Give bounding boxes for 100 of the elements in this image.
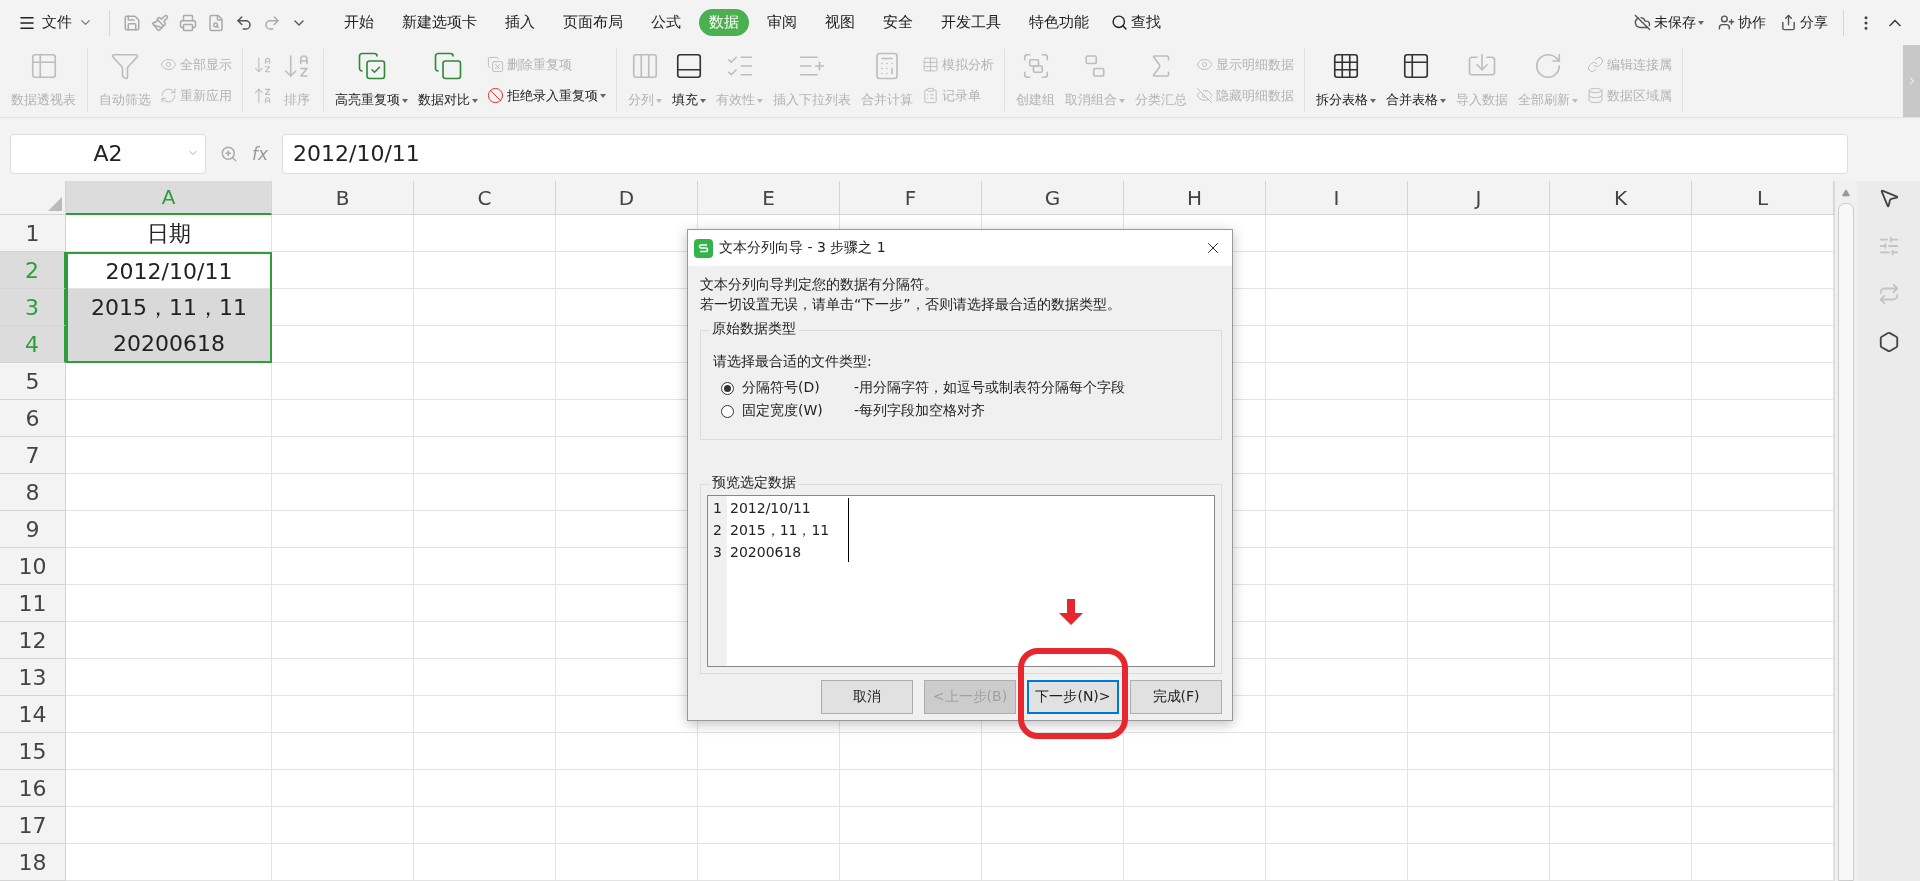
ribbon-tab[interactable]: 审阅 bbox=[757, 9, 807, 36]
ribbon-button[interactable]: 高亮重复项 bbox=[330, 49, 413, 111]
funnel-icon bbox=[110, 51, 140, 81]
row-header[interactable]: 8 bbox=[0, 474, 66, 511]
row-header[interactable]: 1 bbox=[0, 215, 66, 252]
toolbar-action[interactable]: 未保存 bbox=[1634, 13, 1704, 32]
column-header[interactable]: D bbox=[556, 181, 698, 215]
ribbon-tab[interactable]: 安全 bbox=[873, 9, 923, 36]
scrollbar-thumb[interactable] bbox=[1838, 203, 1854, 881]
redo-icon[interactable] bbox=[263, 13, 281, 32]
formula-field[interactable]: 2012/10/11 bbox=[282, 133, 1848, 174]
column-header[interactable]: H bbox=[1124, 181, 1266, 215]
caret-icon bbox=[700, 98, 706, 103]
toolbar-action[interactable]: 分享 bbox=[1780, 13, 1828, 32]
ribbon-tab[interactable]: 公式 bbox=[641, 9, 691, 36]
column-header[interactable]: I bbox=[1266, 181, 1408, 215]
column-header[interactable]: E bbox=[698, 181, 840, 215]
panel-icon bbox=[674, 51, 704, 81]
row-header[interactable]: 5 bbox=[0, 363, 66, 400]
radio-label[interactable]: 固定宽度(W) bbox=[742, 402, 846, 420]
search-icon bbox=[1111, 14, 1128, 31]
prompt-text: 请选择最合适的文件类型: bbox=[713, 353, 873, 371]
column-header[interactable]: B bbox=[272, 181, 414, 215]
eye-off-icon bbox=[1196, 87, 1213, 104]
hexagon-icon[interactable] bbox=[1877, 331, 1900, 353]
radio-button[interactable] bbox=[721, 404, 734, 418]
row-header[interactable]: 14 bbox=[0, 696, 66, 733]
radio-label[interactable]: 分隔符号(D) bbox=[742, 379, 846, 397]
table-cell-text: 日期 bbox=[146, 219, 192, 248]
save-icon[interactable] bbox=[123, 13, 141, 32]
option-description: -用分隔字符，如逗号或制表符分隔每个字段 bbox=[854, 379, 1126, 397]
row-header[interactable]: 12 bbox=[0, 622, 66, 659]
line-number: 3 bbox=[712, 543, 723, 562]
refresh-icon bbox=[1533, 51, 1563, 81]
instruction-text: 文本分列向导判定您的数据有分隔符。 bbox=[700, 275, 939, 294]
ribbon-button[interactable]: 拆分表格 bbox=[1311, 49, 1381, 111]
caret-icon bbox=[757, 98, 763, 103]
scroll-up-icon[interactable] bbox=[1842, 189, 1850, 197]
ribbon-tab[interactable]: 开发工具 bbox=[931, 9, 1011, 36]
row-header[interactable]: 10 bbox=[0, 548, 66, 585]
caret-icon bbox=[1370, 98, 1376, 103]
name-box[interactable]: A2 bbox=[10, 133, 206, 174]
ribbon-button[interactable]: 数据对比 bbox=[413, 49, 483, 111]
ribbon-tab[interactable]: 页面布局 bbox=[553, 9, 633, 36]
app-icon bbox=[694, 238, 713, 258]
print-preview-icon[interactable] bbox=[207, 13, 225, 32]
column-header[interactable]: C bbox=[414, 181, 556, 215]
swap-icon[interactable] bbox=[1877, 283, 1900, 305]
copy-check-icon bbox=[356, 51, 387, 81]
sliders-icon[interactable] bbox=[1877, 235, 1900, 257]
row-header[interactable]: 18 bbox=[0, 844, 66, 881]
ribbon-tab[interactable]: 新建选项卡 bbox=[392, 9, 487, 36]
row-header[interactable]: 6 bbox=[0, 400, 66, 437]
undo-icon[interactable] bbox=[235, 13, 253, 32]
file-menu[interactable]: 文件 bbox=[10, 13, 101, 32]
select-all-corner[interactable] bbox=[0, 181, 66, 215]
zoom-icon[interactable] bbox=[220, 144, 238, 163]
table-cell: 20200618 bbox=[66, 326, 272, 363]
copy-icon bbox=[433, 51, 463, 81]
paintbrush-icon[interactable] bbox=[151, 13, 169, 32]
option-description: -每列字段加空格对齐 bbox=[854, 402, 986, 420]
toolbar-action[interactable]: 协作 bbox=[1718, 13, 1766, 32]
column-header[interactable]: J bbox=[1408, 181, 1550, 215]
radio-button[interactable] bbox=[721, 381, 734, 395]
dialog-button[interactable]: 下一步(N)> bbox=[1027, 680, 1119, 714]
row-header[interactable]: 11 bbox=[0, 585, 66, 622]
cloud-icon bbox=[1634, 14, 1651, 31]
column-header[interactable]: L bbox=[1692, 181, 1834, 215]
column-header[interactable]: F bbox=[840, 181, 982, 215]
dialog-button[interactable]: 完成(F) bbox=[1130, 680, 1222, 714]
copy-x-icon bbox=[487, 56, 504, 73]
ribbon-button[interactable]: 填充 bbox=[667, 49, 711, 111]
caret-icon bbox=[402, 98, 408, 103]
dialog-button[interactable]: 取消 bbox=[821, 680, 913, 714]
column-header[interactable]: K bbox=[1550, 181, 1692, 215]
ribbon-button[interactable]: 拒绝录入重复项 bbox=[487, 86, 606, 105]
database-icon bbox=[1587, 87, 1604, 104]
ribbon-tab[interactable]: 插入 bbox=[495, 9, 545, 36]
clipboard-icon bbox=[922, 87, 939, 104]
row-header[interactable]: 15 bbox=[0, 733, 66, 770]
ribbon-tab[interactable]: 视图 bbox=[815, 9, 865, 36]
printer-icon[interactable] bbox=[179, 13, 197, 32]
caret-icon bbox=[600, 94, 606, 98]
user-plus-icon bbox=[1718, 14, 1735, 31]
group-legend: 预览选定数据 bbox=[709, 474, 799, 492]
grid-icon bbox=[1331, 51, 1361, 81]
row-header[interactable]: 17 bbox=[0, 807, 66, 844]
ribbon-tab[interactable]: 特色功能 bbox=[1019, 9, 1099, 36]
scrollbar[interactable] bbox=[1834, 181, 1857, 881]
row-header[interactable]: 7 bbox=[0, 437, 66, 474]
caret-icon bbox=[472, 98, 478, 103]
column-header[interactable]: G bbox=[982, 181, 1124, 215]
preview-text: 20200618 bbox=[730, 543, 803, 562]
row-header[interactable]: 16 bbox=[0, 770, 66, 807]
search-tab[interactable]: 查找 bbox=[1111, 13, 1161, 32]
ribbon-tab[interactable]: 开始 bbox=[334, 9, 384, 36]
row-header[interactable]: 13 bbox=[0, 659, 66, 696]
fx-label: fx bbox=[252, 143, 269, 164]
ribbon-button[interactable]: 合并表格 bbox=[1381, 49, 1451, 111]
row-header[interactable]: 9 bbox=[0, 511, 66, 548]
